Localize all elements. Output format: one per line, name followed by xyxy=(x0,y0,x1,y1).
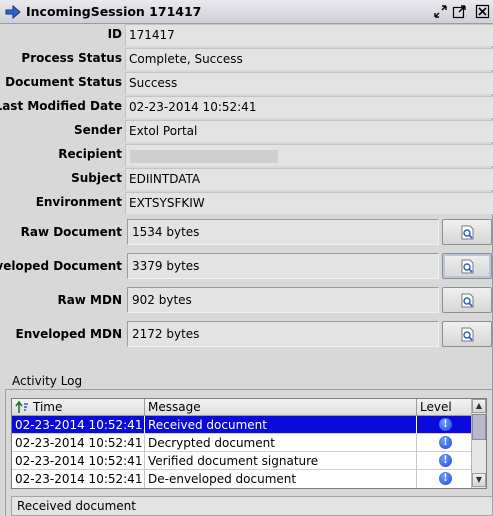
document-status-label: Document Status xyxy=(5,75,122,89)
process-status-row: Process Status Complete, Success xyxy=(0,48,493,70)
document-view-icon xyxy=(461,293,474,308)
maximize-icon xyxy=(452,5,466,19)
view-enveloped-document-button[interactable] xyxy=(442,253,492,279)
time-cell: 02-23-2014 10:52:41 xyxy=(12,434,145,452)
info-icon: ! xyxy=(439,472,452,485)
time-cell: 02-23-2014 10:52:41 xyxy=(12,470,145,488)
time-cell: 02-23-2014 10:52:41 xyxy=(12,416,145,434)
sort-ascending-icon xyxy=(15,400,28,413)
sender-value: Extol Portal xyxy=(125,120,493,142)
last-modified-row: Last Modified Date 02-23-2014 10:52:41 xyxy=(0,96,493,118)
info-icon: ! xyxy=(439,436,452,449)
table-row[interactable]: 02-23-2014 10:52:41 Received document ! xyxy=(12,416,471,434)
document-status-value: Success xyxy=(125,72,493,94)
view-raw-mdn-button[interactable] xyxy=(442,287,492,313)
scroll-thumb[interactable] xyxy=(472,414,486,440)
maximize-button[interactable] xyxy=(451,3,468,20)
subject-row: Subject EDIINTDATA xyxy=(0,168,493,190)
activity-log-title: Activity Log xyxy=(10,374,85,388)
selected-message-detail: Received document xyxy=(11,496,493,516)
view-raw-document-button[interactable] xyxy=(442,219,492,245)
raw-document-label: Raw Document xyxy=(20,225,122,239)
restore-icon xyxy=(434,5,447,18)
raw-document-row: Raw Document 1534 bytes xyxy=(0,219,493,247)
enveloped-mdn-value: 2172 bytes xyxy=(127,321,439,347)
subject-value: EDIINTDATA xyxy=(125,168,493,190)
raw-mdn-row: Raw MDN 902 bytes xyxy=(0,287,493,315)
enveloped-mdn-label: Enveloped MDN xyxy=(15,327,123,341)
recipient-row: Recipient xyxy=(0,144,493,166)
table-row[interactable]: 02-23-2014 10:52:41 Verified document si… xyxy=(12,452,471,470)
message-cell: Decrypted document xyxy=(145,434,417,452)
level-header-label: Level xyxy=(420,400,452,414)
raw-document-value: 1534 bytes xyxy=(127,219,439,245)
raw-mdn-value: 902 bytes xyxy=(127,287,439,313)
view-enveloped-mdn-button[interactable] xyxy=(442,321,492,347)
scroll-down-button[interactable]: ▼ xyxy=(472,473,486,487)
time-cell: 02-23-2014 10:52:41 xyxy=(12,452,145,470)
id-row: ID 171417 xyxy=(0,24,493,46)
document-view-icon xyxy=(461,225,474,240)
restore-button[interactable] xyxy=(432,3,449,20)
level-cell: ! xyxy=(417,452,471,470)
scroll-up-button[interactable]: ▲ xyxy=(472,399,486,413)
session-panel: ID 171417 Process Status Complete, Succe… xyxy=(0,24,493,516)
level-cell: ! xyxy=(417,470,471,488)
enveloped-document-value: 3379 bytes xyxy=(127,253,439,279)
recipient-value xyxy=(125,144,493,166)
document-status-row: Document Status Success xyxy=(0,72,493,94)
close-icon xyxy=(475,4,490,19)
last-modified-label: Last Modified Date xyxy=(0,99,122,113)
environment-label: Environment xyxy=(35,195,122,209)
time-header-label: Time xyxy=(33,400,63,414)
info-icon: ! xyxy=(439,454,452,467)
message-header-label: Message xyxy=(148,400,201,414)
level-cell: ! xyxy=(417,434,471,452)
subject-label: Subject xyxy=(71,171,122,185)
table-vertical-scrollbar[interactable]: ▲ ▼ xyxy=(471,399,486,488)
last-modified-value: 02-23-2014 10:52:41 xyxy=(125,96,493,118)
close-button[interactable] xyxy=(474,3,491,20)
environment-row: Environment EXTSYSFKIW xyxy=(0,192,493,214)
id-label: ID xyxy=(107,27,122,41)
level-cell: ! xyxy=(417,416,471,434)
sender-label: Sender xyxy=(74,123,122,137)
sender-row: Sender Extol Portal xyxy=(0,120,493,142)
table-row[interactable]: 02-23-2014 10:52:41 Decrypted document ! xyxy=(12,434,471,452)
message-cell: Received document xyxy=(145,416,417,434)
recipient-label: Recipient xyxy=(58,147,122,161)
level-column-header[interactable]: Level xyxy=(417,399,471,416)
table-header: Time Message Level xyxy=(12,399,471,416)
raw-mdn-label: Raw MDN xyxy=(57,293,122,307)
arrow-right-icon xyxy=(5,5,21,19)
message-column-header[interactable]: Message xyxy=(145,399,417,416)
document-view-icon xyxy=(461,327,474,342)
document-view-icon xyxy=(461,259,474,274)
message-cell: De-enveloped document xyxy=(145,470,417,488)
window-titlebar[interactable]: IncomingSession 171417 xyxy=(0,0,493,24)
process-status-label: Process Status xyxy=(21,51,122,65)
enveloped-document-row: Enveloped Document 3379 bytes xyxy=(0,253,493,281)
environment-value: EXTSYSFKIW xyxy=(125,192,493,214)
activity-log-table[interactable]: Time Message Level 02-23-2014 10:52:41 R… xyxy=(11,398,487,489)
enveloped-mdn-row: Enveloped MDN 2172 bytes xyxy=(0,321,493,349)
window-title: IncomingSession 171417 xyxy=(26,4,202,19)
info-icon: ! xyxy=(439,418,452,431)
id-value: 171417 xyxy=(125,24,493,46)
process-status-value: Complete, Success xyxy=(125,48,493,70)
enveloped-document-label: Enveloped Document xyxy=(0,259,122,273)
table-row[interactable]: 02-23-2014 10:52:41 De-enveloped documen… xyxy=(12,470,471,488)
message-cell: Verified document signature xyxy=(145,452,417,470)
time-column-header[interactable]: Time xyxy=(12,399,145,416)
